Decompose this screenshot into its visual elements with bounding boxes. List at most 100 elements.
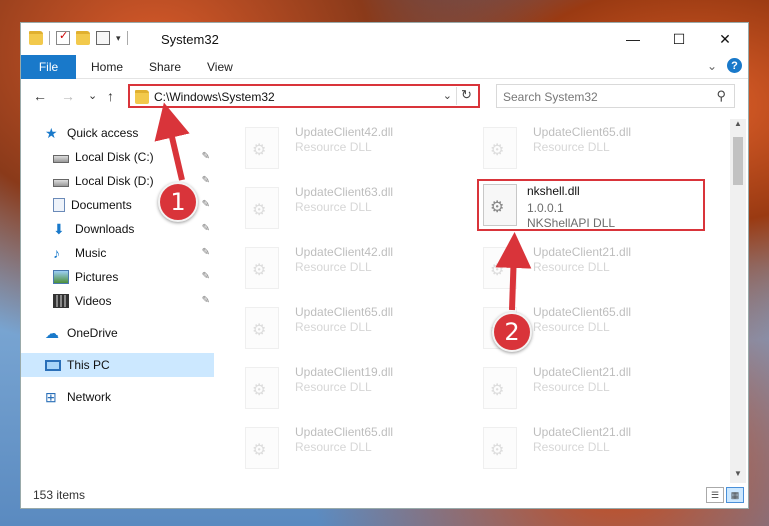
search-box[interactable]: Search System32 ⚲ <box>496 84 735 108</box>
sidebar-item-pictures[interactable]: Pictures ✎ <box>21 265 214 289</box>
sidebar-item-local-disk-c[interactable]: Local Disk (C:) ✎ <box>21 145 214 169</box>
sidebar-item-this-pc[interactable]: This PC <box>21 353 214 377</box>
search-icon[interactable]: ⚲ <box>716 88 726 104</box>
file-tile[interactable]: UpdateClient21.dll Resource DLL <box>475 419 703 471</box>
dll-gear-icon <box>245 127 279 169</box>
onedrive-icon: ☁ <box>45 325 59 341</box>
address-dropdown-chevron-icon[interactable]: ⌄ <box>443 89 452 102</box>
dll-gear-icon <box>483 184 517 226</box>
dll-gear-icon <box>245 307 279 349</box>
file-description: Resource DLL <box>533 140 610 154</box>
view-options-icon[interactable] <box>96 31 110 45</box>
disk-icon <box>53 154 69 163</box>
file-description: Resource DLL <box>533 440 610 454</box>
file-tile[interactable]: UpdateClient65.dll Resource DLL <box>475 119 703 171</box>
pin-icon: ✎ <box>201 199 210 210</box>
tab-file[interactable]: File <box>21 55 76 79</box>
customize-qat-chevron-icon[interactable]: ▾ <box>116 33 121 44</box>
close-button[interactable]: ✕ <box>702 23 748 55</box>
sidebar-item-onedrive[interactable]: ☁ OneDrive <box>21 321 214 345</box>
window-title: System32 <box>161 32 219 47</box>
step-2-callout: 2 <box>492 312 532 352</box>
file-tile[interactable]: UpdateClient19.dll Resource DLL <box>237 359 465 411</box>
maximize-button[interactable]: ☐ <box>656 23 702 55</box>
step-1-callout: 1 <box>158 182 198 222</box>
sidebar-item-music[interactable]: ♪ Music ✎ <box>21 241 214 265</box>
up-arrow-icon[interactable]: ↑ <box>107 88 114 104</box>
status-bar: 153 items ☰ ▦ <box>21 482 748 508</box>
scroll-up-icon[interactable]: ▲ <box>730 119 746 133</box>
tab-home[interactable]: Home <box>91 60 123 74</box>
forward-arrow-icon[interactable]: → <box>61 88 75 104</box>
file-name: UpdateClient65.dll <box>533 305 632 319</box>
pin-icon: ✎ <box>201 295 210 306</box>
file-name: UpdateClient21.dll <box>533 425 632 439</box>
address-path[interactable]: C:\Windows\System32 <box>154 90 275 104</box>
file-tile-nkshell[interactable]: nkshell.dll 1.0.0.1 NKShellAPI DLL <box>477 179 705 231</box>
file-description: Resource DLL <box>295 260 372 274</box>
address-bar[interactable]: C:\Windows\System32 ⌄ ↻ <box>128 84 480 108</box>
tab-view[interactable]: View <box>207 60 233 74</box>
sidebar-item-label: Music <box>75 246 107 260</box>
pin-icon: ✎ <box>201 247 210 258</box>
dll-gear-icon <box>483 247 517 289</box>
address-folder-icon <box>135 90 149 104</box>
pin-icon: ✎ <box>201 271 210 282</box>
sidebar-item-label: Local Disk (C:) <box>75 150 154 164</box>
title-bar: ▾ System32 — ☐ ✕ <box>21 23 748 55</box>
file-description: NKShellAPI DLL <box>527 216 616 230</box>
recent-locations-chevron-icon[interactable]: ⌄ <box>88 89 97 102</box>
file-version: 1.0.0.1 <box>527 201 564 215</box>
disk-icon <box>53 178 69 187</box>
file-name: UpdateClient21.dll <box>533 245 632 259</box>
file-tile[interactable]: UpdateClient65.dll Resource DLL <box>237 299 465 351</box>
file-description: Resource DLL <box>295 140 372 154</box>
help-icon[interactable]: ? <box>727 58 742 73</box>
sidebar-item-quick-access[interactable]: ★ Quick access <box>21 121 214 145</box>
sidebar-item-network[interactable]: ⊞ Network <box>21 385 214 409</box>
sidebar-item-label: Network <box>67 390 112 404</box>
refresh-icon[interactable]: ↻ <box>456 87 476 105</box>
minimize-button[interactable]: — <box>610 23 656 55</box>
file-tile[interactable]: UpdateClient21.dll Resource DLL <box>475 239 703 291</box>
details-view-icon[interactable]: ☰ <box>706 487 724 503</box>
music-icon: ♪ <box>53 245 60 261</box>
documents-icon <box>53 198 65 212</box>
file-list: UpdateClient42.dll Resource DLL UpdateCl… <box>225 119 727 483</box>
scroll-down-icon[interactable]: ▼ <box>730 469 746 483</box>
expand-ribbon-chevron-icon[interactable]: ⌄ <box>707 59 717 73</box>
pictures-icon <box>53 270 69 284</box>
large-icons-view-icon[interactable]: ▦ <box>726 487 744 503</box>
file-tile[interactable]: UpdateClient21.dll Resource DLL <box>475 359 703 411</box>
quick-access-toolbar: ▾ <box>29 29 128 45</box>
file-description: Resource DLL <box>533 320 610 334</box>
file-tile[interactable]: UpdateClient42.dll Resource DLL <box>237 239 465 291</box>
sidebar-item-label: Local Disk (D:) <box>75 174 154 188</box>
file-name: nkshell.dll <box>527 184 580 198</box>
sidebar-item-label: This PC <box>67 358 110 372</box>
dll-gear-icon <box>483 127 517 169</box>
new-folder-icon[interactable] <box>76 31 90 45</box>
search-input[interactable]: Search System32 <box>503 90 598 104</box>
file-name: UpdateClient65.dll <box>295 425 394 439</box>
sidebar-item-label: Downloads <box>75 222 135 236</box>
view-toggle: ☰ ▦ <box>706 487 744 503</box>
sidebar-item-label: Quick access <box>67 126 139 140</box>
file-description: Resource DLL <box>533 260 610 274</box>
file-tile[interactable]: UpdateClient42.dll Resource DLL <box>237 119 465 171</box>
sidebar-item-label: Pictures <box>75 270 119 284</box>
scrollbar-thumb[interactable] <box>733 137 743 185</box>
item-count: 153 items <box>33 488 86 502</box>
ribbon-tabs: File Home Share View ⌄ ? <box>21 55 748 79</box>
star-icon: ★ <box>45 125 58 141</box>
properties-check-icon[interactable] <box>56 29 70 45</box>
dll-gear-icon <box>245 427 279 469</box>
vertical-scrollbar[interactable]: ▲ ▼ <box>730 119 746 483</box>
file-tile[interactable]: UpdateClient65.dll Resource DLL <box>237 419 465 471</box>
qat-divider <box>49 31 50 45</box>
tab-share[interactable]: Share <box>149 60 181 74</box>
file-name: UpdateClient42.dll <box>295 125 394 139</box>
file-tile[interactable]: UpdateClient63.dll Resource DLL <box>237 179 465 231</box>
sidebar-item-videos[interactable]: Videos ✎ <box>21 289 214 313</box>
back-arrow-icon[interactable]: ← <box>33 88 47 104</box>
